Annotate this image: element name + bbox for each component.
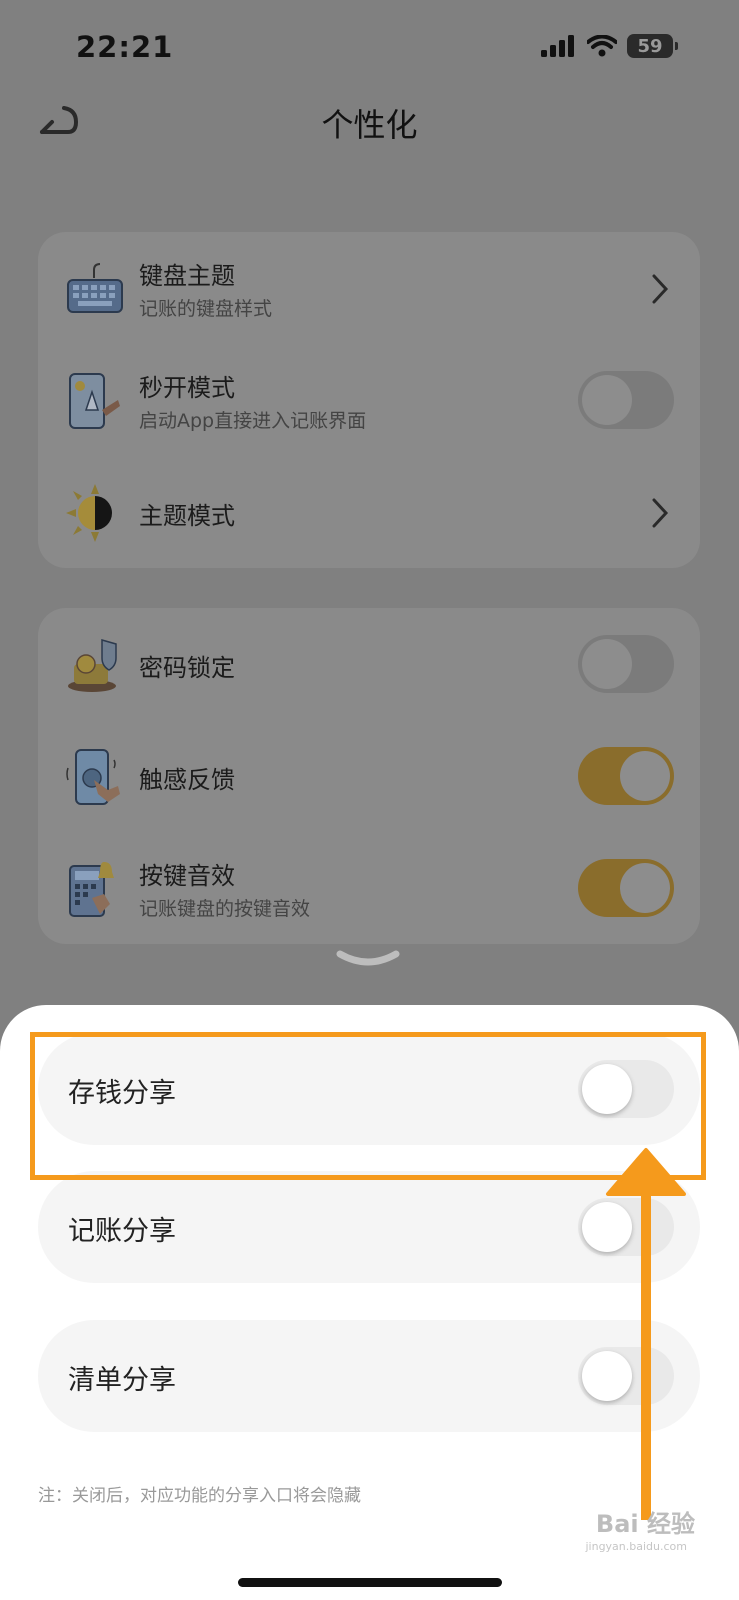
bookkeeping-share-row: 记账分享: [38, 1171, 700, 1283]
password-lock-row: 密码锁定: [38, 608, 700, 720]
calculator-bell-icon: [69, 862, 114, 917]
signal-icon: [541, 35, 574, 57]
haptic-phone-icon: [66, 749, 120, 805]
sun-moon-icon: [66, 484, 112, 542]
row-label: 触感反馈: [139, 766, 235, 794]
coin-lock-icon: [68, 639, 117, 692]
battery-icon: 59: [627, 34, 678, 58]
chevron-right-icon: [652, 498, 669, 528]
haptic-feedback-toggle[interactable]: [578, 747, 674, 805]
toggle-knob: [582, 1351, 632, 1401]
theme-mode-row[interactable]: 主题模式: [38, 456, 700, 568]
toggle-knob: [582, 375, 632, 425]
toggle-knob: [620, 751, 670, 801]
key-sound-toggle[interactable]: [578, 859, 674, 917]
row-label: 按键音效: [139, 862, 235, 890]
password-lock-toggle[interactable]: [578, 635, 674, 693]
option-label: 记账分享: [68, 1216, 176, 1247]
row-subtitle: 启动App直接进入记账界面: [139, 410, 367, 432]
page-title: 个性化: [321, 106, 418, 144]
row-label: 密码锁定: [139, 654, 235, 682]
list-share-row: 清单分享: [38, 1320, 700, 1432]
quick-launch-row: 秒开模式 启动App直接进入记账界面: [38, 344, 700, 456]
chevron-right-icon: [652, 274, 669, 304]
sheet-collapse-handle[interactable]: [336, 948, 400, 972]
haptic-feedback-row: 触感反馈: [38, 720, 700, 832]
wifi-icon: [587, 35, 617, 57]
option-label: 清单分享: [68, 1365, 176, 1396]
watermark-logo: Bai 经验: [595, 1510, 695, 1538]
quick-launch-icon: [69, 373, 120, 429]
toggle-knob: [620, 863, 670, 913]
status-time: 22:21: [76, 30, 174, 64]
row-label: 键盘主题: [139, 262, 235, 290]
row-label: 秒开模式: [139, 374, 235, 402]
watermark-url: jingyan.baidu.com: [585, 1540, 687, 1553]
home-indicator[interactable]: [238, 1578, 502, 1587]
keyboard-theme-row[interactable]: 键盘主题 记账的键盘样式: [38, 232, 700, 344]
bookkeeping-share-toggle[interactable]: [578, 1198, 674, 1256]
settings-group-1: 键盘主题 记账的键盘样式 秒开模式 启动App直接进入记账界面 主题模式: [38, 232, 700, 568]
toggle-knob: [582, 1202, 632, 1252]
row-subtitle: 记账键盘的按键音效: [139, 898, 311, 920]
quick-launch-toggle[interactable]: [578, 371, 674, 429]
row-subtitle: 记账的键盘样式: [139, 298, 273, 320]
highlight-box: [30, 1032, 706, 1180]
keyboard-icon: [67, 263, 123, 313]
sheet-note: 注：关闭后，对应功能的分享入口将会隐藏: [38, 1486, 361, 1506]
row-label: 主题模式: [139, 502, 235, 530]
status-icons: 59: [541, 34, 678, 58]
settings-group-2: 密码锁定 触感反馈 按键音效 记账键盘的按键音效: [38, 608, 700, 944]
list-share-toggle[interactable]: [578, 1347, 674, 1405]
toggle-knob: [582, 639, 632, 689]
key-sound-row: 按键音效 记账键盘的按键音效: [38, 832, 700, 944]
